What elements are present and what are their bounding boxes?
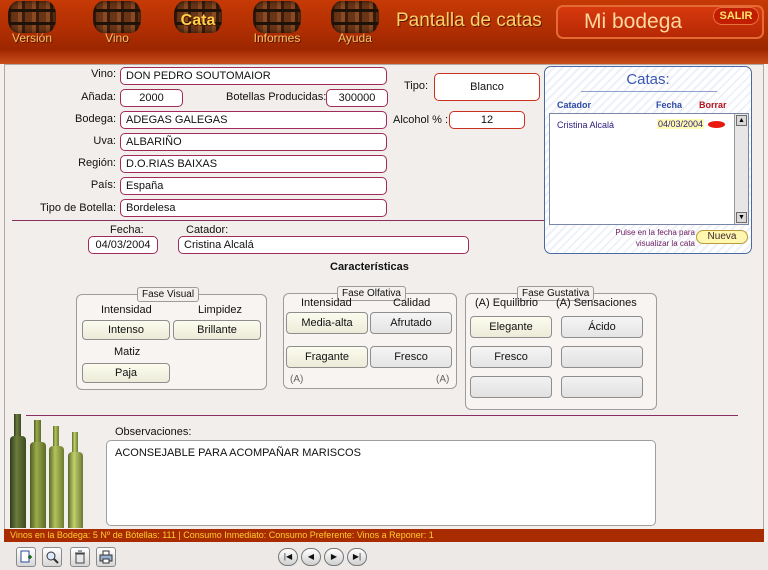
olfativa-calidad-button-2[interactable]: Fresco bbox=[370, 346, 452, 368]
status-bar: Vinos en la Bodega: 5 Nº de Bótellas: 11… bbox=[4, 529, 764, 542]
fase-gustativa-group: Fase Gustativa (A) Equilibrio (A) Sensac… bbox=[465, 286, 657, 410]
gustativa-equilibrio-label: (A) Equilibrio bbox=[475, 297, 538, 309]
vino-label: Vino: bbox=[91, 68, 116, 80]
olfativa-calidad-button[interactable]: Afrutado bbox=[370, 312, 452, 334]
visual-limpidez-label: Limpidez bbox=[198, 304, 243, 316]
observaciones-label: Observaciones: bbox=[115, 426, 192, 438]
olfativa-intensidad-label: Intensidad bbox=[301, 297, 352, 309]
uva-label: Uva: bbox=[93, 135, 116, 147]
tipo-botella-label: Tipo de Botella: bbox=[39, 202, 116, 214]
olfativa-calidad-label: Calidad bbox=[393, 297, 431, 309]
cata-row[interactable]: Cristina Alcalá 04/03/2004 bbox=[554, 118, 732, 132]
tipo-botella-field[interactable]: Bordelesa bbox=[120, 199, 387, 217]
scroll-up-icon[interactable]: ▲ bbox=[736, 115, 747, 126]
vino-field[interactable]: DON PEDRO SOUTOMAIOR bbox=[120, 67, 387, 85]
cata-row-fecha[interactable]: 04/03/2004 bbox=[657, 119, 705, 129]
nav-cata[interactable]: Cata bbox=[166, 0, 230, 50]
visual-matiz-button[interactable]: Paja bbox=[82, 363, 170, 383]
alcohol-label: Alcohol % : bbox=[393, 114, 449, 126]
gustativa-button-5[interactable] bbox=[470, 376, 552, 398]
anada-field[interactable]: 2000 bbox=[120, 89, 183, 107]
search-icon[interactable] bbox=[42, 547, 62, 567]
previous-record-icon[interactable]: ◀ bbox=[301, 548, 321, 566]
catas-panel: Catas: Catador Fecha Borrar Cristina Alc… bbox=[544, 66, 752, 254]
add-record-icon[interactable] bbox=[16, 547, 36, 567]
botellas-label: Botellas Producidas: bbox=[226, 91, 327, 103]
region-field[interactable]: D.O.RIAS BAIXAS bbox=[120, 155, 387, 173]
nav-informes-label: Informes bbox=[253, 31, 301, 45]
visual-intensidad-button[interactable]: Intenso bbox=[82, 320, 170, 340]
bodega-field[interactable]: ADEGAS GALEGAS bbox=[120, 111, 387, 129]
uva-field[interactable]: ALBARIÑO bbox=[120, 133, 387, 151]
barrel-icon bbox=[93, 1, 141, 33]
nueva-cata-button[interactable]: Nueva bbox=[696, 230, 748, 244]
nav-informes[interactable]: Informes bbox=[245, 0, 309, 50]
catador-field[interactable]: Cristina Alcalá bbox=[178, 236, 469, 254]
nav-ayuda[interactable]: Ayuda bbox=[323, 0, 387, 50]
pais-label: País: bbox=[90, 179, 116, 191]
visual-limpidez-button[interactable]: Brillante bbox=[173, 320, 261, 340]
olfativa-a-left: (A) bbox=[290, 374, 304, 385]
delete-cata-icon[interactable] bbox=[708, 121, 725, 128]
olfativa-intensidad-button[interactable]: Media-alta bbox=[286, 312, 368, 334]
next-record-icon[interactable]: ▶ bbox=[324, 548, 344, 566]
fecha-field[interactable]: 04/03/2004 bbox=[88, 236, 158, 254]
alcohol-field[interactable]: 12 bbox=[449, 111, 525, 129]
catas-list[interactable]: Cristina Alcalá 04/03/2004 ▲ ▼ bbox=[549, 113, 749, 225]
screen-title: Pantalla de catas bbox=[396, 10, 542, 31]
exit-button[interactable]: SALIR bbox=[713, 7, 759, 25]
tipo-field[interactable]: Blanco bbox=[434, 73, 540, 101]
gustativa-button-4[interactable] bbox=[561, 346, 643, 368]
gustativa-sensaciones-button[interactable]: Ácido bbox=[561, 316, 643, 338]
observaciones-divider bbox=[26, 415, 738, 416]
nav-cata-label: Cata bbox=[180, 12, 216, 29]
nav-ayuda-label: Ayuda bbox=[338, 31, 372, 45]
first-record-icon[interactable]: |◀ bbox=[278, 548, 298, 566]
fase-visual-group: Fase Visual Intensidad Limpidez Intenso … bbox=[76, 287, 267, 390]
catas-hint: Pulse en la fecha para visualizar la cat… bbox=[615, 228, 695, 248]
pais-field[interactable]: España bbox=[120, 177, 387, 195]
catas-scrollbar[interactable]: ▲ ▼ bbox=[734, 114, 748, 224]
bodega-label: Bodega: bbox=[75, 113, 116, 125]
last-record-icon[interactable]: ▶| bbox=[347, 548, 367, 566]
top-bar-strip bbox=[0, 50, 768, 64]
brand-name: Mi bodega bbox=[584, 10, 683, 33]
catas-col-borrar: Borrar bbox=[699, 100, 727, 110]
gustativa-button-6[interactable] bbox=[561, 376, 643, 398]
catas-title: Catas: bbox=[626, 71, 670, 88]
catador-label: Catador: bbox=[186, 224, 229, 236]
gustativa-sensaciones-label: (A) Sensaciones bbox=[556, 297, 637, 309]
scroll-down-icon[interactable]: ▼ bbox=[736, 212, 747, 223]
observaciones-textarea[interactable]: ACONSEJABLE PARA ACOMPAÑAR MARISCOS bbox=[106, 440, 656, 526]
fase-visual-title: Fase Visual bbox=[137, 287, 200, 302]
nav-version[interactable]: Versión bbox=[0, 0, 64, 50]
visual-intensidad-label: Intensidad bbox=[101, 304, 152, 316]
top-bar: Versión Vino Cata Informes Ayuda Pantall… bbox=[0, 0, 768, 50]
catas-col-catador: Catador bbox=[557, 100, 592, 110]
catas-col-fecha: Fecha bbox=[656, 100, 683, 110]
delete-icon[interactable] bbox=[70, 547, 90, 567]
barrel-icon bbox=[331, 1, 379, 33]
gustativa-equilibrio-button[interactable]: Elegante bbox=[470, 316, 552, 338]
olfativa-a-right: (A) bbox=[436, 374, 450, 385]
anada-label: Añada: bbox=[81, 91, 116, 103]
nav-vino[interactable]: Vino bbox=[85, 0, 149, 50]
caracteristicas-heading: Características bbox=[330, 261, 409, 273]
botellas-field[interactable]: 300000 bbox=[326, 89, 388, 107]
barrel-icon bbox=[8, 1, 56, 33]
nav-vino-label: Vino bbox=[105, 31, 129, 45]
print-icon[interactable] bbox=[96, 547, 116, 567]
nav-version-label: Versión bbox=[11, 31, 53, 45]
region-label: Región: bbox=[78, 157, 116, 169]
tipo-label: Tipo: bbox=[404, 80, 429, 92]
visual-matiz-label: Matiz bbox=[114, 346, 141, 358]
catas-title-underline bbox=[581, 91, 717, 92]
barrel-icon bbox=[253, 1, 301, 33]
olfativa-intensidad-button-2[interactable]: Fragante bbox=[286, 346, 368, 368]
fecha-label: Fecha: bbox=[110, 224, 144, 236]
fase-olfativa-group: Fase Olfativa Intensidad Calidad Media-a… bbox=[283, 286, 457, 389]
gustativa-button-3[interactable]: Fresco bbox=[470, 346, 552, 368]
section-divider bbox=[12, 220, 544, 221]
cata-row-catador: Cristina Alcalá bbox=[557, 120, 615, 130]
